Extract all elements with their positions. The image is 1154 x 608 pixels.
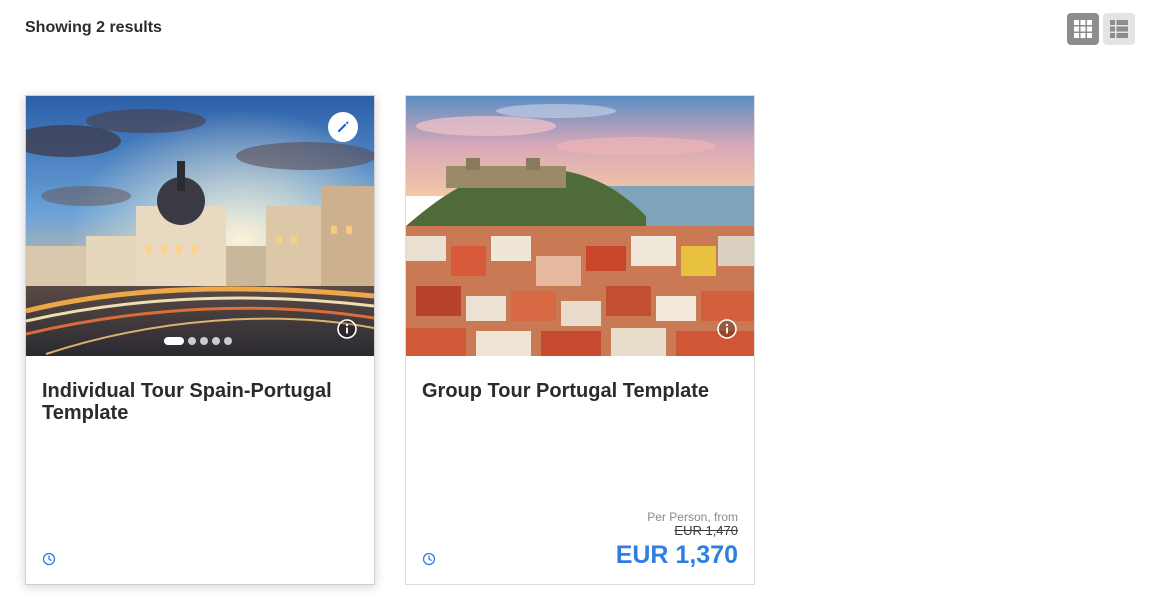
clock-icon [42, 552, 56, 566]
tour-card[interactable]: Group Tour Portugal Template Per Person,… [405, 95, 755, 585]
original-price: EUR 1,470 [674, 523, 738, 538]
grid-view-button[interactable] [1067, 13, 1099, 45]
price-note: Per Person, from [647, 510, 738, 524]
tour-card[interactable]: Individual Tour Spain-Portugal Template [25, 95, 375, 585]
tour-title[interactable]: Individual Tour Spain-Portugal Template [42, 380, 358, 424]
list-icon [1110, 20, 1128, 38]
current-price: EUR 1,370 [615, 541, 738, 569]
clock-icon [422, 552, 436, 566]
carousel-dot[interactable] [164, 337, 184, 345]
pencil-icon [338, 121, 349, 132]
tour-title[interactable]: Group Tour Portugal Template [422, 380, 738, 402]
grid-icon [1074, 20, 1092, 38]
carousel-dots [164, 337, 232, 345]
list-view-button[interactable] [1103, 13, 1135, 45]
carousel-dot[interactable] [200, 337, 208, 345]
info-button[interactable] [716, 318, 738, 340]
edit-button[interactable] [328, 112, 358, 142]
info-icon [337, 319, 357, 339]
carousel-dot[interactable] [212, 337, 220, 345]
view-toggle [1067, 13, 1135, 45]
tour-image-lisbon[interactable] [406, 96, 754, 356]
carousel-dot[interactable] [224, 337, 232, 345]
tour-image-madrid[interactable] [26, 96, 374, 356]
results-count: Showing 2 results [25, 19, 162, 36]
info-icon [717, 319, 737, 339]
price-block: Per Person, from EUR 1,470 EUR 1,370 [616, 510, 738, 570]
carousel-dot[interactable] [188, 337, 196, 345]
info-button[interactable] [336, 318, 358, 340]
